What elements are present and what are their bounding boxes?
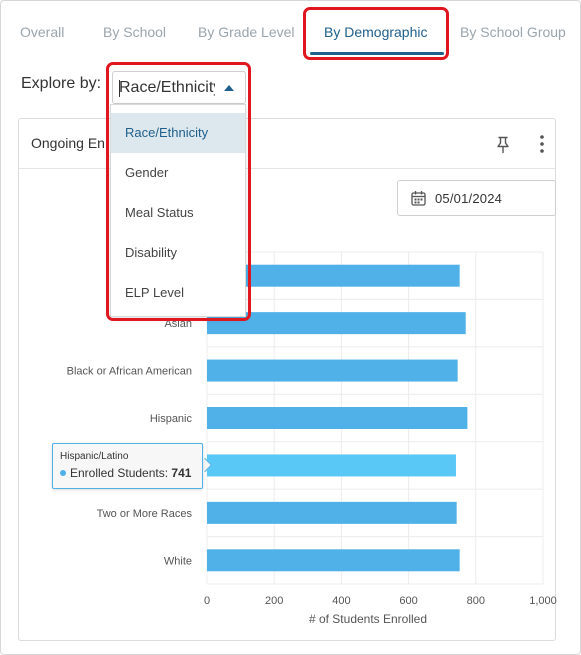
x-tick-label: 600 [399, 595, 417, 607]
bar-black-or-african-american[interactable] [207, 359, 458, 382]
category-label: Two or More Races [97, 508, 193, 520]
x-tick-label: 0 [204, 595, 210, 607]
chart-tooltip: Hispanic/Latino Enrolled Students: 741 [52, 443, 203, 489]
x-tick-label: 200 [265, 595, 283, 607]
tooltip-series-dot [60, 469, 66, 476]
category-label: White [164, 555, 192, 567]
x-tick-label: 800 [467, 595, 485, 607]
x-axis-title: # of Students Enrolled [309, 612, 427, 626]
tooltip-series-label: Enrolled Students: [70, 466, 169, 480]
tooltip-value: 741 [171, 466, 192, 480]
dropdown-highlight-annotation [106, 62, 251, 321]
x-tick-label: 400 [332, 595, 350, 607]
x-tick-label: 1,000 [529, 595, 557, 607]
bar-hispanic-latino[interactable] [207, 454, 456, 477]
category-label: Hispanic [150, 413, 193, 425]
enrollment-bar-chart: American IndianAsianBlack or African Ame… [67, 251, 557, 626]
tooltip-category: Hispanic/Latino [60, 451, 129, 462]
bar-hispanic[interactable] [207, 407, 468, 429]
tooltip-line: Enrolled Students: 741 [60, 466, 191, 480]
category-label: Black or African American [67, 366, 192, 378]
bar-white[interactable] [207, 549, 460, 572]
bar-two-or-more-races[interactable] [207, 501, 457, 524]
